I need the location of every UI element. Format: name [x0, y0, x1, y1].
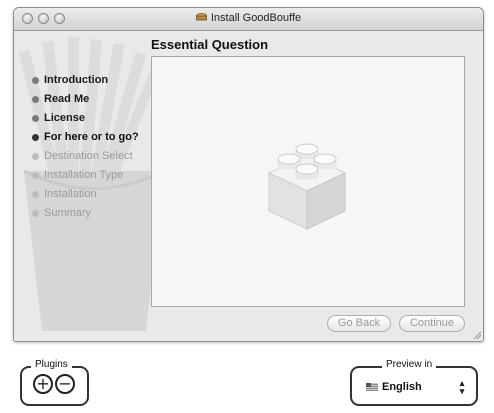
step-bullet-icon — [32, 210, 39, 217]
step-installation-type: Installation Type — [32, 166, 139, 185]
language-select[interactable]: English ▴ ▾ — [366, 378, 466, 396]
step-summary: Summary — [32, 204, 139, 223]
us-flag-icon — [366, 383, 378, 391]
step-label: For here or to go? — [44, 131, 139, 143]
preview-label: Preview in — [382, 359, 437, 370]
step-label: Installation Type — [44, 169, 124, 181]
step-label: Installation — [44, 188, 97, 200]
content-panel — [151, 56, 465, 307]
title-bar: Install GoodBouffe — [14, 8, 483, 31]
step-license: License — [32, 109, 139, 128]
step-destination-select: Destination Select — [32, 147, 139, 166]
step-label: Destination Select — [44, 150, 133, 162]
step-label: Summary — [44, 207, 92, 219]
installer-window: Install GoodBouffe Essential Question In… — [13, 7, 484, 342]
remove-plugin-button[interactable]: − — [55, 374, 75, 394]
step-installation: Installation — [32, 185, 139, 204]
minus-icon: − — [58, 374, 72, 393]
step-bullet-icon — [32, 96, 39, 103]
step-introduction: Introduction — [32, 71, 139, 90]
step-bullet-icon — [32, 134, 39, 141]
window-content: Essential Question Introduction Read Me … — [14, 31, 483, 341]
step-for-here-or-to-go: For here or to go? — [32, 128, 139, 147]
window-title: Install GoodBouffe — [14, 12, 483, 24]
plus-icon: + — [36, 374, 50, 393]
page-heading: Essential Question — [151, 37, 269, 52]
window-title-text: Install GoodBouffe — [210, 12, 302, 24]
step-label: Read Me — [44, 93, 90, 105]
step-bullet-icon — [32, 172, 39, 179]
step-bullet-icon — [32, 153, 39, 160]
resize-grip-icon[interactable] — [472, 330, 481, 339]
step-bullet-icon — [32, 191, 39, 198]
plugins-label: Plugins — [31, 359, 72, 370]
step-read-me: Read Me — [32, 90, 139, 109]
go-back-button[interactable]: Go Back — [327, 315, 391, 332]
add-plugin-button[interactable]: + — [33, 374, 53, 394]
bundle-block-icon — [267, 143, 347, 230]
continue-button[interactable]: Continue — [399, 315, 465, 332]
package-icon — [195, 13, 207, 21]
step-bullet-icon — [32, 77, 39, 84]
up-down-arrows-icon: ▴ ▾ — [459, 378, 465, 396]
steps-list: Introduction Read Me License For here or… — [32, 71, 139, 223]
step-bullet-icon — [32, 115, 39, 122]
step-label: License — [44, 112, 85, 124]
language-value: English — [382, 381, 422, 393]
step-label: Introduction — [44, 74, 109, 86]
